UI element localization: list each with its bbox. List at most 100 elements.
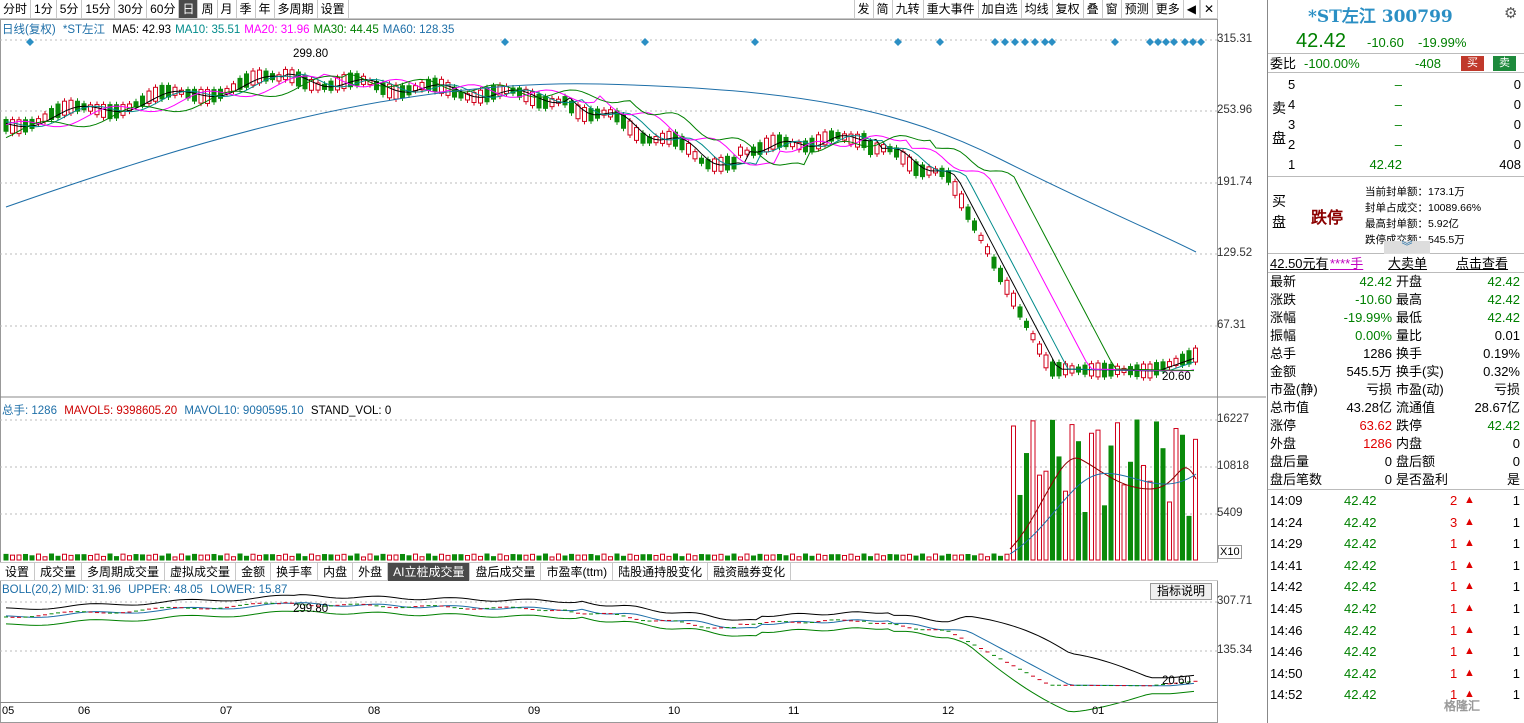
volume-bar	[94, 553, 100, 561]
volume-bar	[699, 554, 704, 561]
volume-bar	[1011, 425, 1016, 561]
toolbar-button[interactable]: 预测	[1120, 0, 1152, 18]
ask-level-row[interactable]: 5 – 0	[1288, 75, 1524, 95]
volume-bar	[432, 555, 438, 561]
indicator-help-button[interactable]: 指标说明	[1150, 583, 1213, 600]
volume-bar	[88, 555, 93, 561]
volume-bar	[192, 553, 197, 561]
indicator-tab[interactable]: 多周期成交量	[82, 563, 166, 581]
event-marker-icon	[1197, 38, 1205, 46]
period-tab[interactable]: 年	[256, 0, 275, 18]
indicator-tab[interactable]: 虚拟成交量	[165, 563, 237, 581]
stat-label: 市盈(静)	[1270, 382, 1318, 397]
ask-level: 3	[1288, 117, 1296, 132]
toolbar-close-icon[interactable]: ✕	[1199, 0, 1218, 18]
volume-bar	[751, 555, 756, 561]
indicator-tab[interactable]: 盘后成交量	[470, 563, 542, 581]
event-marker-icon	[1041, 38, 1049, 46]
volume-bar	[211, 553, 217, 561]
indicator-tab[interactable]: 内盘	[318, 563, 354, 581]
toolbar-button[interactable]: 简	[872, 0, 892, 18]
volume-bar	[263, 554, 269, 561]
tick-volume: 1	[1450, 622, 1458, 638]
side-price: 42.42	[1296, 30, 1347, 52]
big-order-row[interactable]: 42.50元有 ****手 大卖单 点击查看	[1268, 254, 1524, 273]
period-tab[interactable]: 分时	[0, 0, 32, 18]
toolbar-button[interactable]: 叠	[1082, 0, 1102, 18]
indicator-tab[interactable]: AI立桩成交量	[388, 563, 471, 581]
toolbar-button[interactable]: 更多	[1151, 0, 1183, 18]
boll-ytick: 135.34	[1217, 644, 1253, 656]
volume-bar	[244, 555, 249, 561]
indicator-tab[interactable]: 陆股通持股变化	[613, 563, 709, 581]
period-tab[interactable]: 周	[198, 0, 218, 18]
period-tab[interactable]: 60分	[147, 0, 180, 18]
period-tab[interactable]: 15分	[82, 0, 115, 18]
volume-bar	[595, 555, 600, 561]
vol-total: 总手: 1286	[2, 405, 57, 417]
volume-bar	[114, 556, 119, 561]
side-change: -10.60	[1367, 35, 1404, 50]
kline-svg[interactable]	[0, 19, 1266, 723]
candle-body	[712, 158, 717, 172]
volume-bar	[757, 553, 763, 561]
chart-area[interactable]: 日线(复权) *ST左江 MA5: 42.93 MA10: 35.51 MA20: …	[0, 19, 1266, 723]
tick-count: 1	[1512, 557, 1520, 573]
stats-table: 最新 42.42 开盘 42.42 涨跌 -10.60 最高 42.42 涨幅 -19.99% 最低…	[1268, 273, 1524, 489]
toolbar-back-icon[interactable]: ◀	[1182, 0, 1200, 18]
toolbar-button[interactable]: 重大事件	[922, 0, 978, 18]
sell-button[interactable]: 卖	[1493, 56, 1516, 71]
vol-ytick: 10818	[1217, 460, 1249, 472]
period-tab[interactable]: 月	[218, 0, 237, 18]
toolbar-button[interactable]: 发	[853, 0, 873, 18]
ask-level-row[interactable]: 3 – 0	[1288, 115, 1524, 135]
volume-bar	[270, 554, 275, 561]
period-tab[interactable]: 日	[179, 0, 199, 18]
indicator-tab[interactable]: 换手率	[271, 563, 319, 581]
period-tab[interactable]: 多周期	[275, 0, 318, 18]
volume-bar	[23, 553, 28, 561]
toolbar-button[interactable]: 复权	[1051, 0, 1083, 18]
toolbar-button[interactable]: 加自选	[977, 0, 1021, 18]
ask-level-row[interactable]: 4 – 0	[1288, 95, 1524, 115]
stat-label: 换手	[1396, 346, 1423, 361]
period-tab[interactable]: 季	[237, 0, 256, 18]
volume-bar	[1154, 421, 1159, 561]
candle-body	[965, 206, 971, 220]
candle-body	[939, 167, 945, 177]
period-tab[interactable]: 设置	[318, 0, 349, 18]
event-marker-icon	[894, 38, 902, 46]
volume-bar	[855, 555, 860, 561]
candle-body	[1017, 306, 1023, 318]
toolbar-button[interactable]: 均线	[1020, 0, 1052, 18]
indicator-tab[interactable]: 金额	[236, 563, 272, 581]
month-tick: 05	[2, 705, 15, 717]
volume-bar	[309, 553, 314, 561]
indicator-tab[interactable]: 设置	[0, 563, 36, 581]
gear-icon[interactable]: ⚙	[1504, 4, 1517, 22]
vol-ma10: MAVOL10: 9090595.10	[184, 405, 304, 417]
chevron-down-icon[interactable]: ︾	[1384, 241, 1430, 254]
candle-body	[68, 99, 74, 114]
period-tab[interactable]: 30分	[115, 0, 148, 18]
indicator-tab[interactable]: 市盈率(ttm)	[541, 563, 614, 581]
month-tick: 06	[78, 705, 91, 717]
candle-body	[907, 156, 912, 172]
period-toolbar: 分时 1分 5分 15分 30分 60分日周月季年多周期 设置 发简九转 重大事件 加自选 均线复…	[0, 0, 1218, 19]
indicator-tab[interactable]: 融资融券变化	[708, 563, 792, 581]
tick-price: 42.42	[1344, 493, 1377, 508]
buy-button[interactable]: 买	[1461, 56, 1484, 71]
ask-level-row[interactable]: 2 – 0	[1288, 135, 1524, 155]
indicator-tab[interactable]: 成交量	[35, 563, 83, 581]
indicator-tab[interactable]: 外盘	[353, 563, 389, 581]
ask-level-row[interactable]: 1 42.42 408	[1288, 155, 1524, 175]
stat-label: 换手(实)	[1396, 364, 1444, 379]
period-tab[interactable]: 1分	[31, 0, 57, 18]
volume-bar	[68, 554, 74, 561]
volume-bar	[341, 553, 347, 561]
event-marker-icon	[936, 38, 944, 46]
toolbar-button[interactable]: 窗	[1101, 0, 1121, 18]
period-tab[interactable]: 5分	[57, 0, 83, 18]
toolbar-button[interactable]: 九转	[891, 0, 923, 18]
volume-bar	[816, 553, 821, 561]
